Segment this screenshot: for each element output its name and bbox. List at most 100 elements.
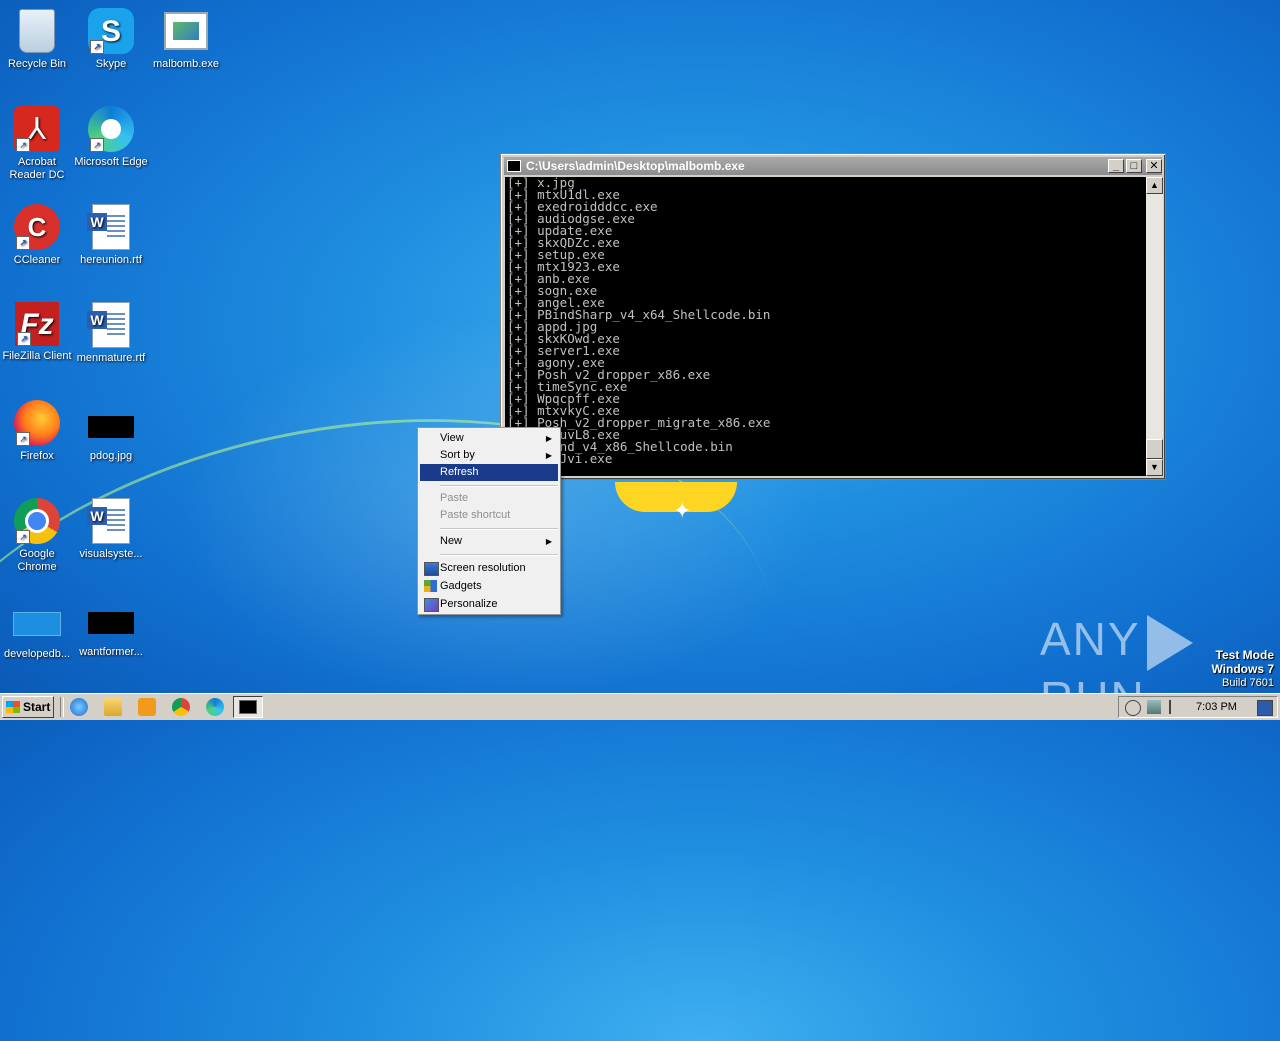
desktop-icon-hereunion[interactable]: W hereunion.rtf bbox=[74, 204, 148, 267]
test-mode-notice: Test Mode Windows 7 Build 7601 bbox=[1211, 648, 1274, 690]
console-title: C:\Users\admin\Desktop\malbomb.exe bbox=[526, 159, 745, 173]
play-logo-icon bbox=[1146, 614, 1193, 671]
desktop-icon-label: Recycle Bin bbox=[7, 58, 67, 70]
menu-item-label: Screen resolution bbox=[440, 562, 526, 574]
shortcut-arrow-icon: ↗ bbox=[17, 332, 31, 346]
shortcut-arrow-icon: ↗ bbox=[16, 530, 30, 544]
internet-explorer-icon[interactable] bbox=[70, 698, 88, 716]
desktop-icon-label: Skype bbox=[95, 58, 127, 70]
menu-item-gadgets[interactable]: Gadgets bbox=[420, 578, 558, 595]
windows-logo-icon bbox=[6, 701, 20, 713]
desktop-icon-ccleaner[interactable]: C ↗ CCleaner bbox=[0, 204, 74, 267]
console-line: [+] mtx1923.exe bbox=[507, 259, 620, 274]
desktop-icon-developedb[interactable]: developedb... bbox=[0, 596, 74, 661]
menu-item-label: Paste bbox=[440, 492, 469, 504]
desktop-icon-chrome[interactable]: ↗ Google Chrome bbox=[0, 498, 74, 574]
console-titlebar[interactable]: C:\Users\admin\Desktop\malbomb.exe _ □ ✕ bbox=[504, 157, 1162, 175]
file-explorer-icon[interactable] bbox=[104, 698, 122, 716]
menu-item-view[interactable]: View ▶ bbox=[420, 430, 558, 447]
menu-item-screen-resolution[interactable]: Screen resolution bbox=[420, 560, 558, 577]
menu-item-paste[interactable]: Paste bbox=[420, 490, 558, 507]
desktop-icon-label: Acrobat Reader DC bbox=[9, 156, 65, 181]
desktop-context-menu: View ▶ Sort by ▶ Refresh Paste Paste sho… bbox=[417, 427, 561, 615]
shortcut-arrow-icon: ↗ bbox=[16, 432, 30, 446]
close-button[interactable]: ✕ bbox=[1146, 159, 1162, 173]
clock[interactable]: 7:03 PM bbox=[1196, 701, 1237, 713]
minimize-button[interactable]: _ bbox=[1108, 159, 1124, 173]
console-window[interactable]: C:\Users\admin\Desktop\malbomb.exe _ □ ✕… bbox=[500, 153, 1166, 480]
gadgets-icon bbox=[424, 580, 437, 592]
desktop-icon-edge[interactable]: ↗ Microsoft Edge bbox=[74, 106, 148, 169]
taskbar-task-console[interactable] bbox=[233, 696, 263, 718]
menu-item-refresh[interactable]: Refresh bbox=[420, 464, 558, 481]
screen-resolution-icon bbox=[424, 562, 439, 576]
desktop-icon-recycle-bin[interactable]: Recycle Bin bbox=[0, 8, 74, 71]
exe-icon bbox=[163, 8, 209, 54]
menu-separator bbox=[440, 554, 558, 556]
desktop-icon-label: Firefox bbox=[20, 450, 54, 462]
menu-item-new[interactable]: New ▶ bbox=[420, 533, 558, 550]
chrome-icon: ↗ bbox=[14, 498, 60, 544]
scroll-down-button[interactable]: ▼ bbox=[1146, 459, 1163, 476]
console-task-icon bbox=[239, 700, 257, 714]
word-doc-icon: W bbox=[87, 498, 134, 544]
menu-item-label: Personalize bbox=[440, 598, 498, 610]
console-scrollbar[interactable]: ▲ ▼ bbox=[1146, 177, 1163, 476]
console-line: [+] tb5Jvi.exe bbox=[507, 451, 613, 466]
shortcut-arrow-icon: ↗ bbox=[16, 236, 30, 250]
desktop-icon-label: wantformer... bbox=[79, 646, 143, 658]
menu-item-label: Paste shortcut bbox=[440, 509, 511, 521]
desktop-icon-label: hereunion.rtf bbox=[80, 254, 142, 266]
console-line: [+] anb.exe bbox=[507, 271, 590, 286]
menu-item-label: Gadgets bbox=[440, 580, 482, 592]
desktop-icon-skype[interactable]: S ↗ Skype bbox=[74, 8, 148, 71]
desktop-icon-filezilla[interactable]: Fz ↗ FileZilla Client bbox=[0, 302, 74, 363]
scroll-up-button[interactable]: ▲ bbox=[1146, 177, 1163, 194]
action-center-flag-icon[interactable] bbox=[1169, 700, 1185, 714]
maximize-button[interactable]: □ bbox=[1126, 159, 1142, 173]
start-label: Start bbox=[23, 700, 51, 714]
taskbar-separator bbox=[60, 697, 64, 717]
taskbar: Start 7:03 PM bbox=[0, 693, 1280, 720]
desktop-icon-menmature[interactable]: W menmature.rtf bbox=[74, 302, 148, 365]
desktop-icon-acrobat[interactable]: ⅄ ↗ Acrobat Reader DC bbox=[0, 106, 74, 182]
menu-item-personalize[interactable]: Personalize bbox=[420, 596, 558, 613]
acrobat-icon: ⅄ ↗ bbox=[14, 106, 60, 152]
speaker-icon[interactable] bbox=[1125, 700, 1141, 716]
chrome-icon[interactable] bbox=[172, 698, 190, 716]
show-desktop-icon[interactable] bbox=[1257, 700, 1273, 716]
submenu-arrow-icon: ▶ bbox=[545, 434, 552, 443]
menu-item-sort-by[interactable]: Sort by ▶ bbox=[420, 447, 558, 464]
desktop-icon-label: developedb... bbox=[3, 648, 71, 660]
desktop-icon-pdog[interactable]: pdog.jpg bbox=[74, 400, 148, 463]
desktop-icon-visualsyste[interactable]: W visualsyste... bbox=[74, 498, 148, 561]
desktop-icon-malbomb[interactable]: malbomb.exe bbox=[149, 8, 223, 71]
menu-separator bbox=[440, 528, 558, 530]
menu-item-label: Refresh bbox=[440, 466, 479, 478]
desktop-icon-label: visualsyste... bbox=[79, 548, 143, 560]
os-name-label: Windows 7 bbox=[1211, 662, 1274, 676]
watermark-any: ANY bbox=[1040, 613, 1141, 665]
wallpaper-flower: ✦ bbox=[615, 482, 737, 523]
submenu-arrow-icon: ▶ bbox=[545, 451, 552, 460]
wallpaper-sparkle: ✦ bbox=[673, 498, 692, 523]
start-button[interactable]: Start bbox=[2, 696, 54, 718]
menu-item-label: New bbox=[440, 535, 463, 547]
shortcut-arrow-icon: ↗ bbox=[90, 138, 104, 152]
edge-icon[interactable] bbox=[206, 698, 224, 716]
desktop-icon-label: CCleaner bbox=[13, 254, 61, 266]
console-output[interactable]: [+] x.jpg [+] mtxU1dl.exe [+] exedroidddcc… bbox=[505, 177, 1146, 476]
console-window-icon[interactable] bbox=[507, 160, 521, 172]
desktop-icon-label: menmature.rtf bbox=[76, 352, 146, 364]
console-line: [+] PBindSharp_v4_x64_Shellcode.bin bbox=[507, 307, 771, 322]
desktop-icon-wantformer[interactable]: wantformer... bbox=[74, 596, 148, 659]
firefox-icon: ↗ bbox=[14, 400, 60, 446]
shortcut-arrow-icon: ↗ bbox=[90, 40, 104, 54]
media-player-icon[interactable] bbox=[138, 698, 156, 716]
ccleaner-icon: C ↗ bbox=[14, 204, 60, 250]
image-thumbnail-icon bbox=[13, 612, 61, 636]
menu-item-paste-shortcut[interactable]: Paste shortcut bbox=[420, 507, 558, 524]
desktop-icon-firefox[interactable]: ↗ Firefox bbox=[0, 400, 74, 463]
scroll-thumb[interactable] bbox=[1146, 439, 1163, 459]
network-icon[interactable] bbox=[1147, 700, 1161, 714]
